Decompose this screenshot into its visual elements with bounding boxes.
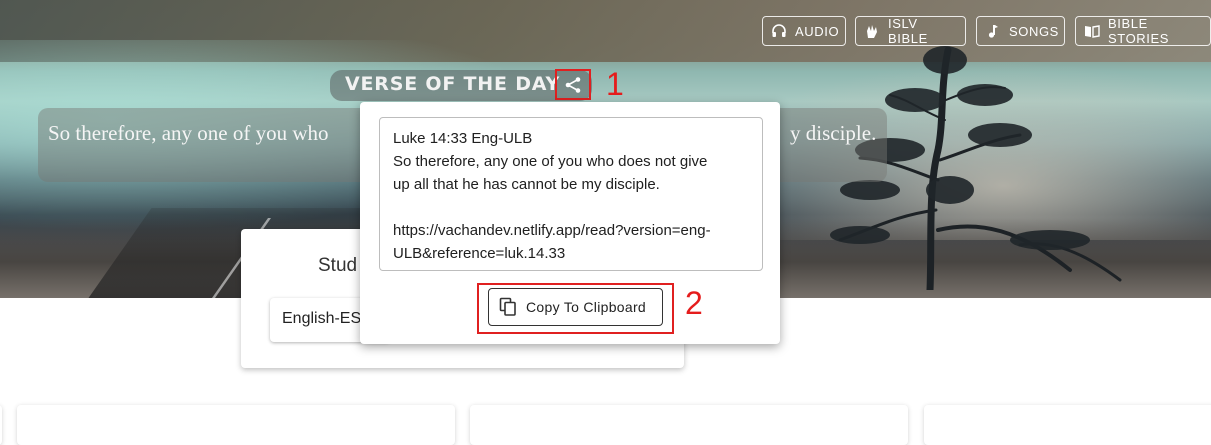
copy-icon [499, 297, 516, 316]
copy-to-clipboard-button[interactable]: Copy To Clipboard [488, 288, 663, 326]
songs-button[interactable]: SONGS [976, 16, 1065, 46]
book-icon [1084, 23, 1100, 39]
share-line: up all that he has cannot be my disciple… [393, 176, 660, 193]
share-button[interactable] [555, 69, 591, 100]
music-note-icon [985, 23, 1001, 39]
bible-stories-button[interactable]: BIBLE STORIES [1075, 16, 1211, 46]
votd-title: VERSE OF THE DAY [345, 73, 561, 95]
share-line: Luke 14:33 Eng-ULB [393, 130, 533, 147]
audio-button[interactable]: AUDIO [762, 16, 846, 46]
sign-language-icon [864, 23, 880, 39]
bottom-card[interactable] [924, 405, 1211, 445]
study-label: Stud [318, 255, 358, 276]
copy-label: Copy To Clipboard [526, 299, 647, 315]
songs-label: SONGS [1009, 23, 1059, 39]
verse-text-end: y disciple. [790, 121, 877, 145]
annotation-marker-1: 1 [606, 66, 624, 102]
share-icon [565, 76, 581, 93]
islv-bible-button[interactable]: ISLV BIBLE [855, 16, 966, 46]
headphones-icon [771, 23, 787, 39]
share-line: So therefore, any one of you who does no… [393, 153, 708, 170]
audio-label: AUDIO [795, 23, 840, 39]
bottom-card[interactable] [470, 405, 908, 445]
bottom-card[interactable] [0, 405, 2, 445]
bible-stories-label: BIBLE STORIES [1108, 16, 1170, 46]
share-line: ULB&reference=luk.14.33 [393, 245, 566, 262]
share-line: https://vachandev.netlify.app/read?versi… [393, 222, 711, 239]
share-line [393, 196, 749, 219]
islv-bible-label: ISLV BIBLE [888, 16, 928, 46]
annotation-marker-2: 2 [685, 285, 703, 321]
bottom-card[interactable] [17, 405, 455, 445]
share-text-field[interactable]: Luke 14:33 Eng-ULB So therefore, any one… [379, 117, 763, 271]
